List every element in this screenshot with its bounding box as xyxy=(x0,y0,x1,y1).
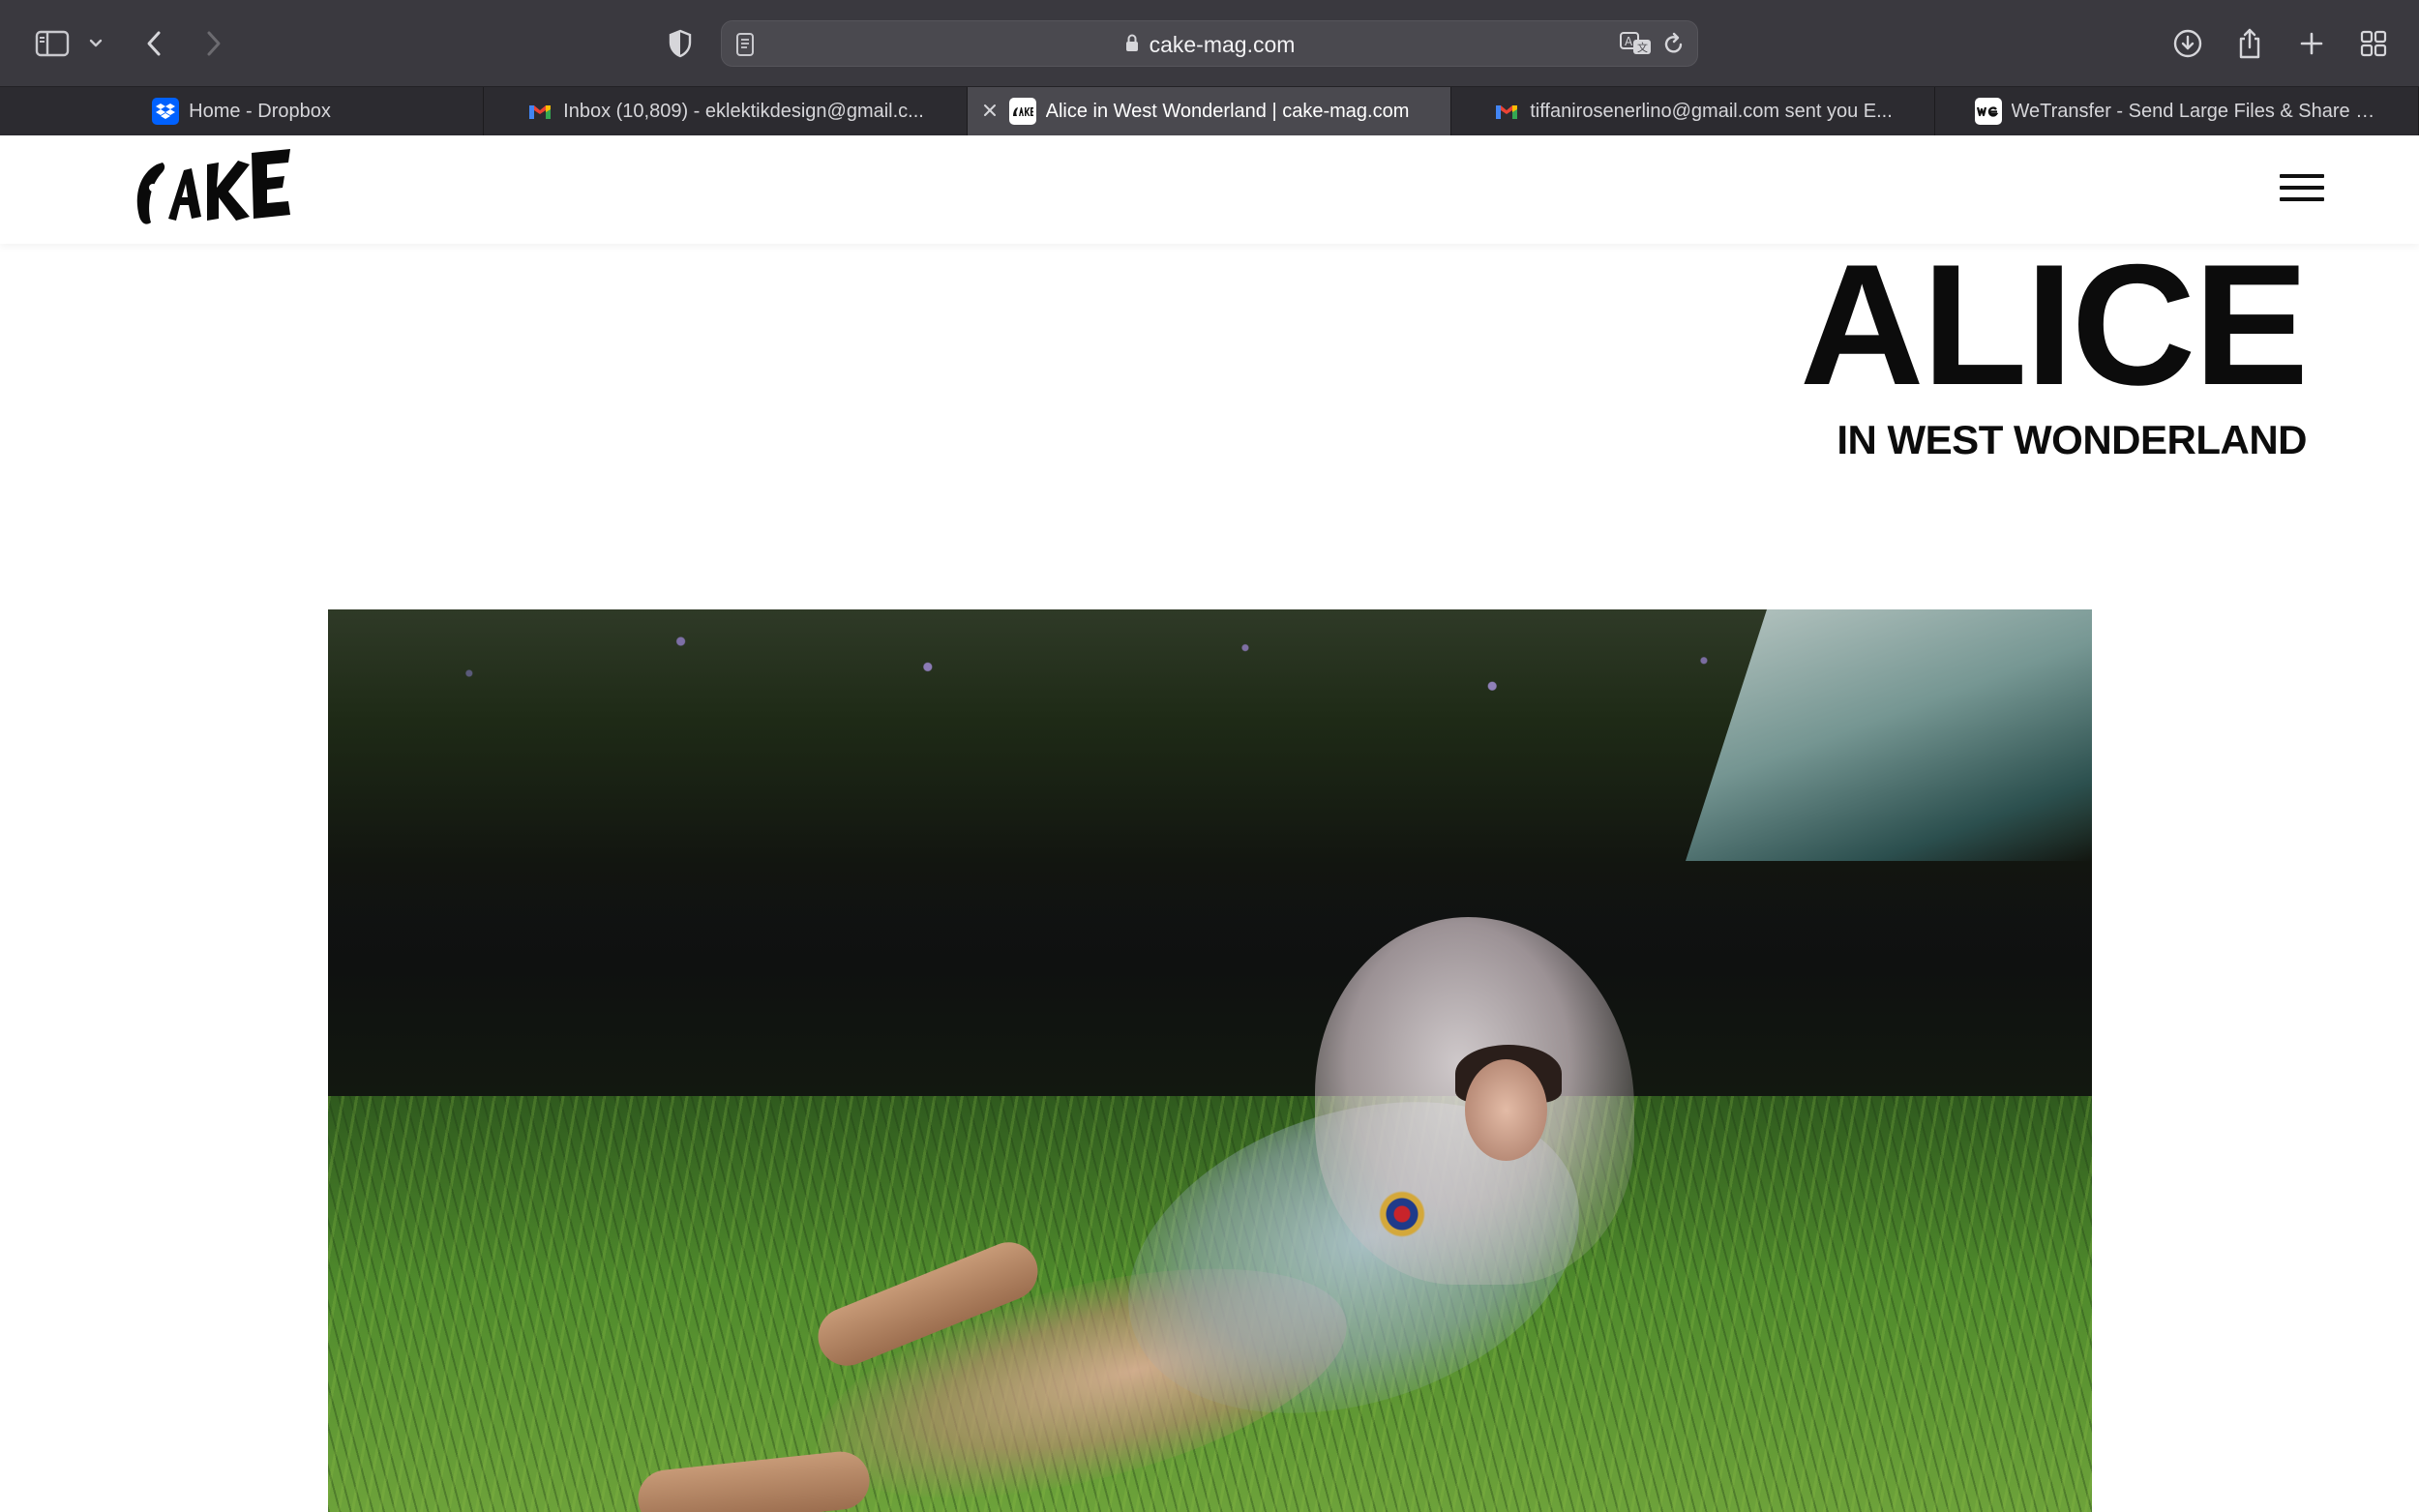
forward-arrow-icon[interactable] xyxy=(199,21,228,66)
article-headline: ALICE IN WEST WONDERLAND xyxy=(1800,228,2309,464)
dropbox-icon xyxy=(152,98,180,125)
svg-text:文: 文 xyxy=(1637,41,1648,54)
tab-group-chevron-down-icon[interactable] xyxy=(85,21,106,66)
tab-title: Inbox (10,809) - eklektikdesign@gmail.c.… xyxy=(563,100,924,122)
tab-title: Home - Dropbox xyxy=(189,100,331,122)
article-subtitle: IN WEST WONDERLAND xyxy=(1837,417,2307,462)
tab-dropbox[interactable]: Home - Dropbox xyxy=(0,87,484,135)
wetransfer-icon xyxy=(1974,98,2002,125)
back-arrow-icon[interactable] xyxy=(139,21,168,66)
tab-title: WeTransfer - Send Large Files & Share P.… xyxy=(2011,100,2379,122)
hero-photo xyxy=(328,609,2092,1512)
reload-icon[interactable] xyxy=(1662,32,1686,62)
tab-title: tiffanirosenerlino@gmail.com sent you E.… xyxy=(1530,100,1893,122)
cake-icon xyxy=(1008,98,1036,125)
share-icon[interactable] xyxy=(2233,21,2266,66)
tab-cake-mag-active[interactable]: Alice in West Wonderland | cake-mag.com xyxy=(968,87,1451,135)
privacy-shield-icon[interactable] xyxy=(664,21,697,66)
address-bar[interactable]: cake-mag.com A文 xyxy=(721,20,1698,67)
tab-wetransfer[interactable]: WeTransfer - Send Large Files & Share P.… xyxy=(1935,87,2419,135)
gmail-icon xyxy=(1493,98,1520,125)
browser-toolbar: cake-mag.com A文 xyxy=(0,0,2419,87)
gmail-icon xyxy=(526,98,553,125)
translate-icon[interactable]: A文 xyxy=(1620,31,1653,61)
new-tab-plus-icon[interactable] xyxy=(2295,21,2328,66)
article-title: ALICE xyxy=(1800,228,2309,421)
tab-gmail-message[interactable]: tiffanirosenerlino@gmail.com sent you E.… xyxy=(1451,87,1935,135)
cake-logo[interactable] xyxy=(130,145,294,235)
svg-text:A: A xyxy=(1625,35,1633,48)
hamburger-menu-icon[interactable] xyxy=(2280,174,2324,203)
tab-title: Alice in West Wonderland | cake-mag.com xyxy=(1045,100,1410,122)
downloads-icon[interactable] xyxy=(2171,21,2204,66)
sidebar-toggle-icon[interactable] xyxy=(33,21,72,66)
url-text: cake-mag.com xyxy=(1149,31,1296,57)
tab-overview-icon[interactable] xyxy=(2357,21,2390,66)
tab-bar: Home - Dropbox Inbox (10,809) - eklektik… xyxy=(0,87,2419,135)
lock-icon xyxy=(1124,32,1140,58)
url-display[interactable]: cake-mag.com xyxy=(722,21,1697,68)
close-tab-icon[interactable] xyxy=(979,100,1000,127)
tab-gmail-inbox[interactable]: Inbox (10,809) - eklektikdesign@gmail.c.… xyxy=(484,87,968,135)
